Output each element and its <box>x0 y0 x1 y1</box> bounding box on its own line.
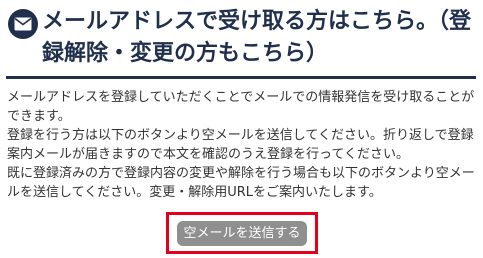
header-divider <box>6 76 476 79</box>
send-empty-mail-button[interactable]: 空メールを送信する <box>177 221 307 246</box>
envelope-icon <box>8 9 38 39</box>
button-highlight-frame: 空メールを送信する <box>166 212 318 254</box>
section-title: メールアドレスで受け取る方はこちら。（登録解除・変更の方もこちら） <box>42 9 472 66</box>
description-text: メールアドレスを登録していただくことでメールでの情報発信を受け取ることができます… <box>7 90 475 200</box>
section-header: メールアドレスで受け取る方はこちら。（登録解除・変更の方もこちら） <box>8 6 478 72</box>
